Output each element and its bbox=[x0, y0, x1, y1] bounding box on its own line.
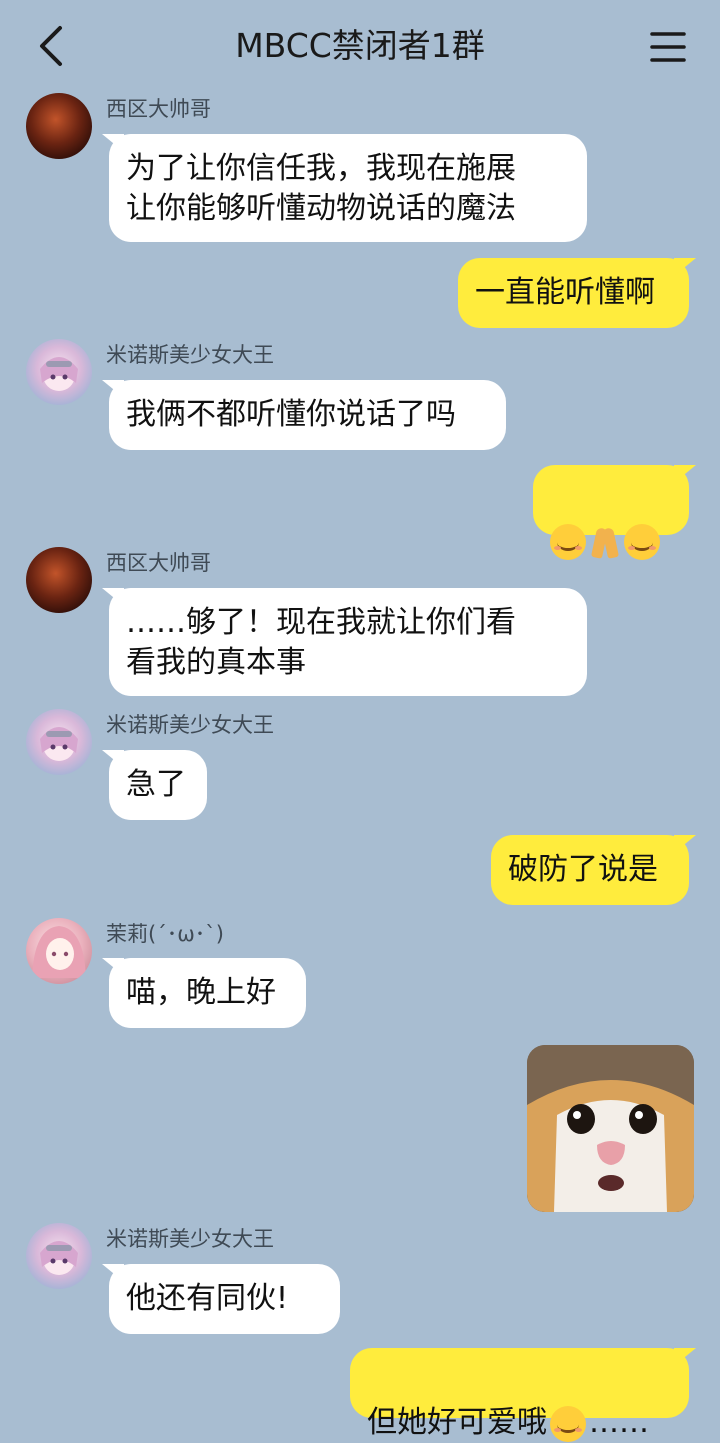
sender-name: 米诺斯美少女大王 bbox=[106, 713, 274, 737]
message-text-suffix: …… bbox=[589, 1405, 649, 1440]
menu-button[interactable] bbox=[644, 26, 692, 68]
avatar[interactable] bbox=[26, 918, 92, 984]
anime-girl-icon bbox=[40, 1241, 78, 1275]
folded-hands-emoji bbox=[591, 524, 619, 560]
sender-name: 西区大帅哥 bbox=[106, 551, 211, 575]
chat-title: MBCC禁闭者1群 bbox=[235, 26, 485, 65]
pink-hair-girl-icon bbox=[32, 926, 86, 978]
avatar[interactable] bbox=[26, 547, 92, 613]
avatar[interactable] bbox=[26, 1223, 92, 1289]
smiling-face-emoji bbox=[624, 523, 660, 560]
hamburger-menu-icon bbox=[650, 32, 686, 62]
message-text: 但她好可爱哦 bbox=[367, 1405, 547, 1440]
chat-header: MBCC禁闭者1群 bbox=[0, 0, 720, 94]
message-bubble[interactable]: 我俩不都听懂你说话了吗 bbox=[109, 380, 506, 450]
smiling-face-emoji bbox=[550, 1405, 586, 1442]
anime-girl-icon bbox=[40, 727, 78, 761]
message-bubble[interactable]: 喵，晚上好 bbox=[109, 958, 306, 1028]
anime-girl-icon bbox=[40, 357, 78, 391]
message-bubble[interactable]: 破防了说是 bbox=[491, 835, 689, 905]
message-bubble[interactable]: 为了让你信任我，我现在施展 让你能够听懂动物说话的魔法 bbox=[109, 134, 587, 242]
message-bubble[interactable] bbox=[533, 465, 689, 560]
message-bubble[interactable]: 一直能听懂啊 bbox=[458, 258, 689, 328]
message-bubble[interactable]: ……够了！现在我就让你们看 看我的真本事 bbox=[109, 588, 587, 696]
sender-name: 茉莉(´･ω･`) bbox=[106, 922, 224, 946]
surprised-cat-sticker[interactable] bbox=[527, 1045, 694, 1212]
message-bubble[interactable]: 急了 bbox=[109, 750, 207, 820]
smiling-face-emoji bbox=[550, 523, 586, 560]
avatar[interactable] bbox=[26, 93, 92, 159]
sender-name: 西区大帅哥 bbox=[106, 97, 211, 121]
sender-name: 米诺斯美少女大王 bbox=[106, 343, 274, 367]
cat-face-icon bbox=[527, 1045, 694, 1212]
sender-name: 米诺斯美少女大王 bbox=[106, 1227, 274, 1251]
message-bubble[interactable]: 他还有同伙! bbox=[109, 1264, 340, 1334]
avatar[interactable] bbox=[26, 709, 92, 775]
avatar[interactable] bbox=[26, 339, 92, 405]
message-bubble[interactable]: 但她好可爱哦 …… bbox=[350, 1348, 689, 1442]
